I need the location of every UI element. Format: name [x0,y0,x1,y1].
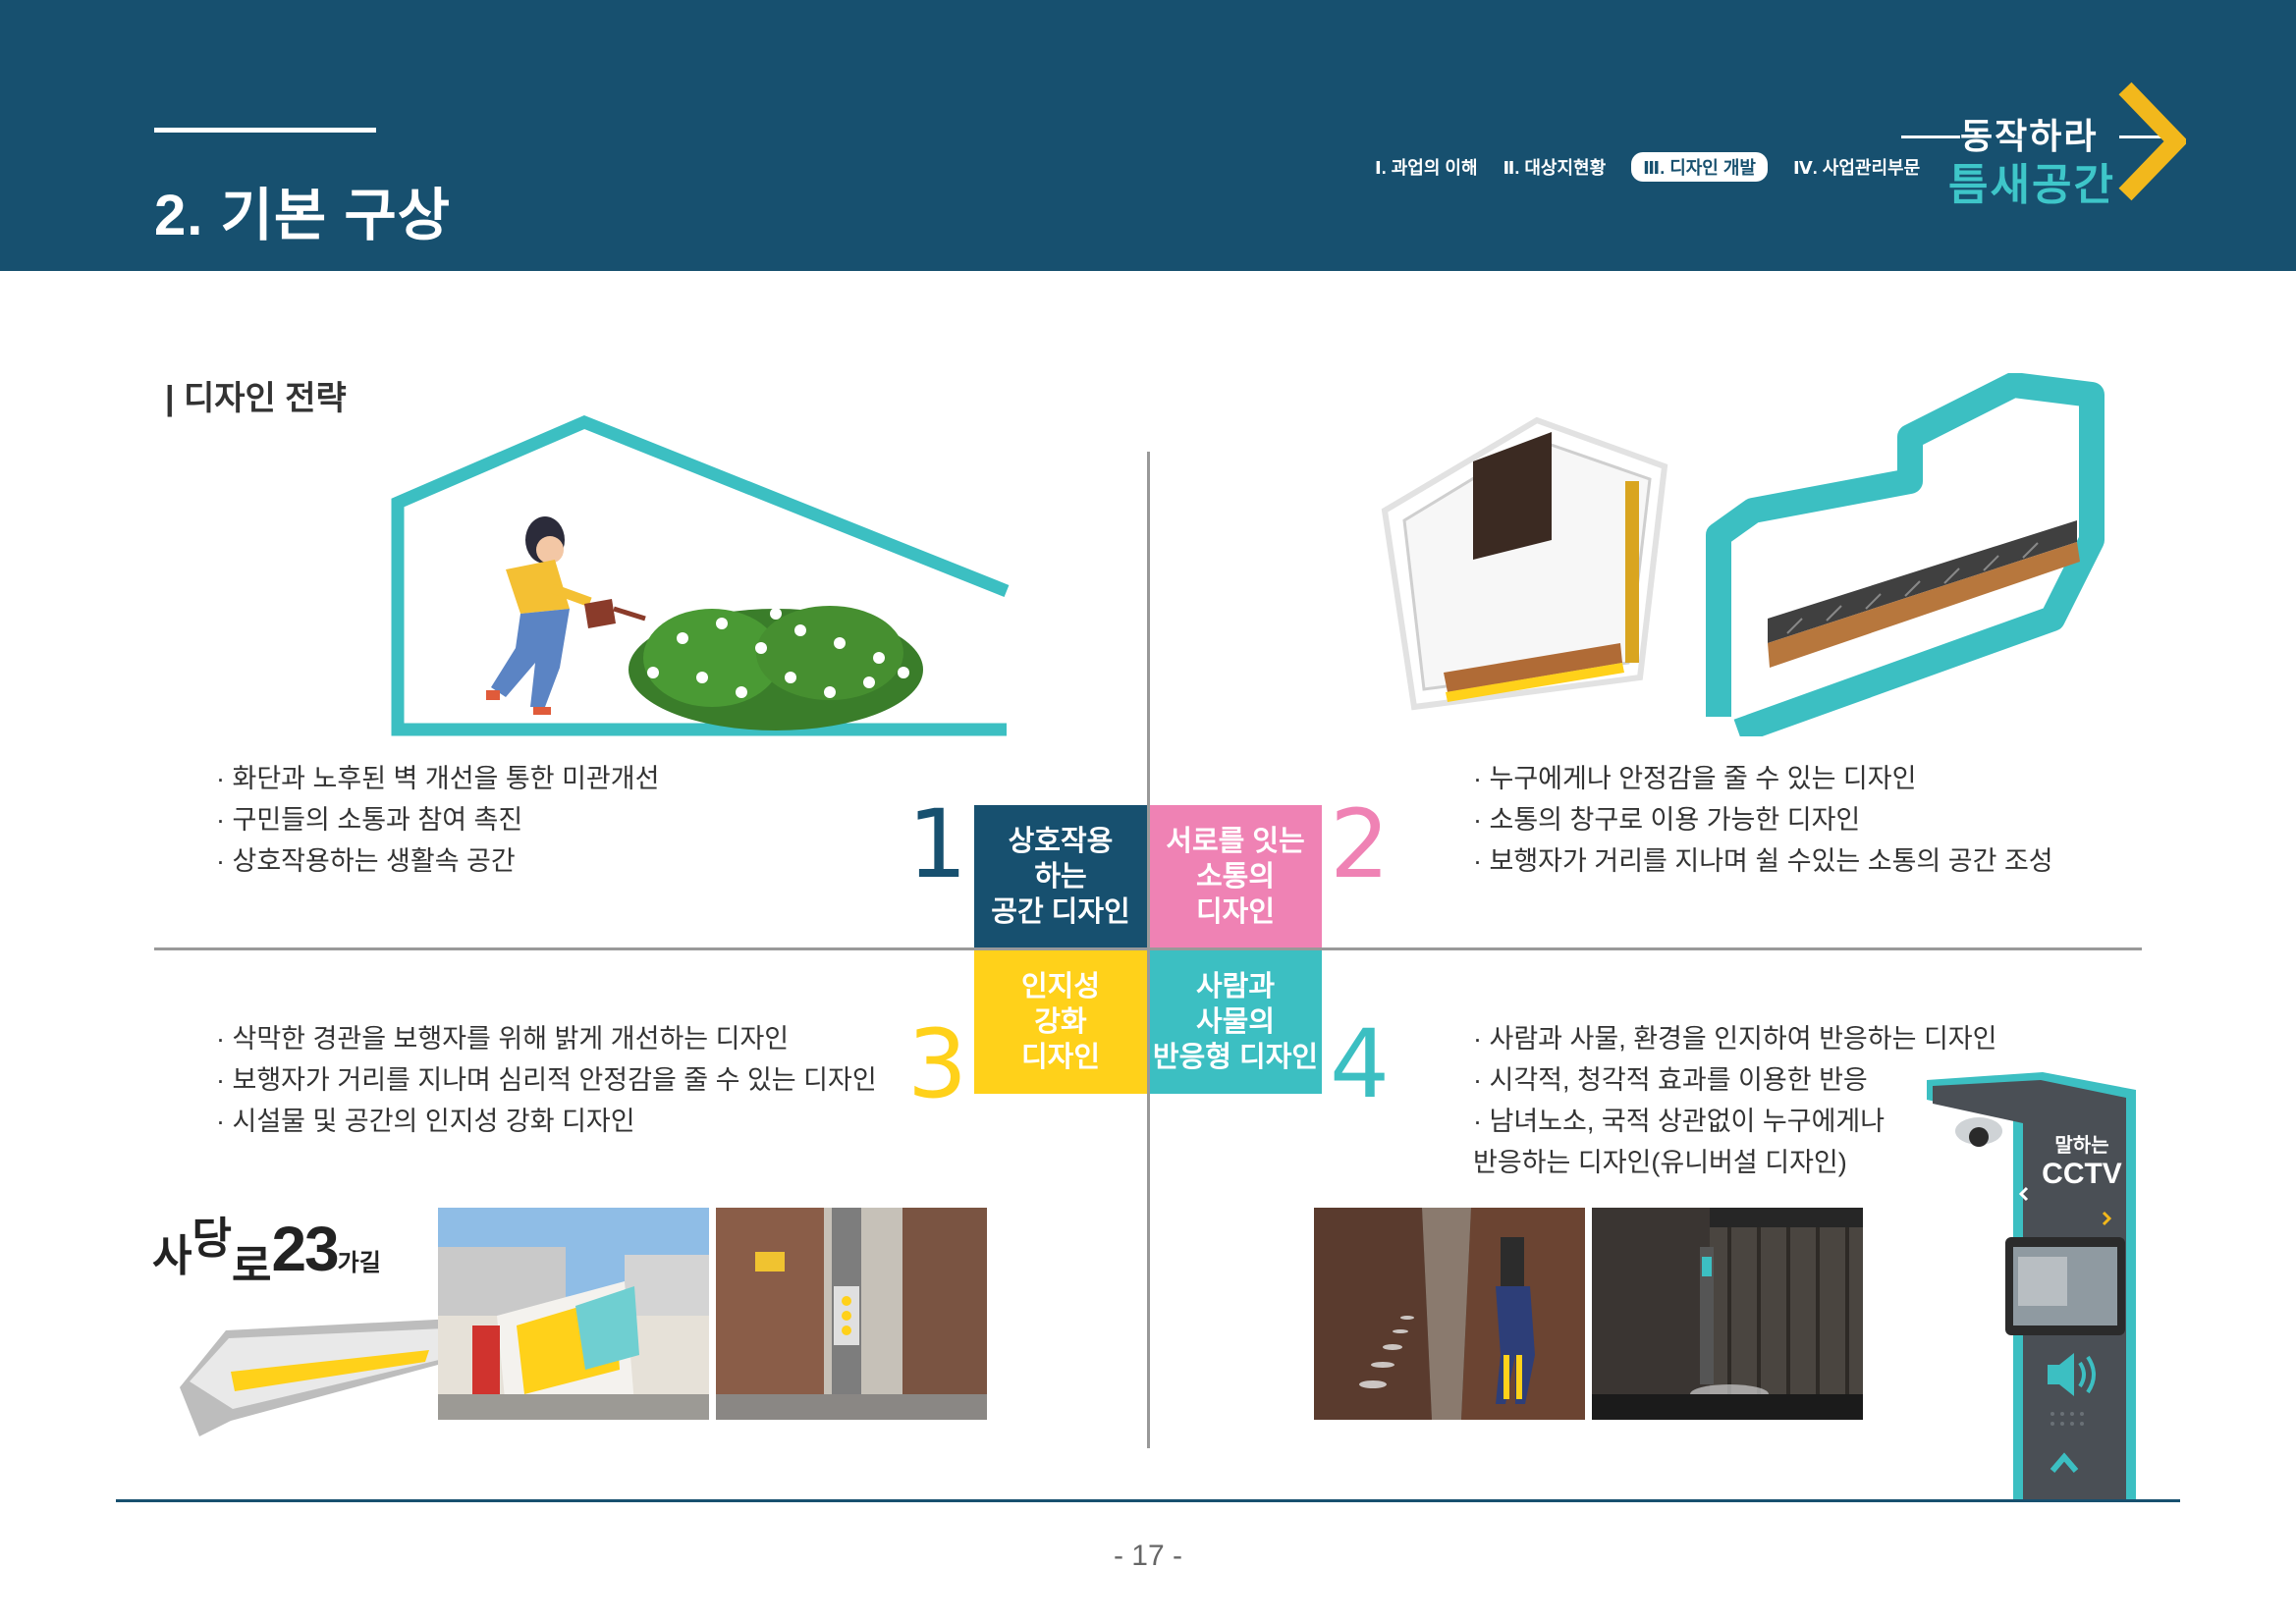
quadrant-label-communication: 서로를 잇는 소통의 디자인 [1149,805,1322,948]
street-name-part: 사 [152,1232,192,1280]
chapter-nav: Ⅰ. 과업의 이해 Ⅱ. 대상지현황 Ⅲ. 디자인 개발 Ⅳ. 사업관리부문 [1375,152,1920,182]
house-garden-illustration [391,414,1010,736]
q2-bullet: · 소통의 창구로 이용 가능한 디자인 [1473,805,1861,835]
quadrant-number-3: 3 [907,1009,968,1119]
project-logo: 동작하라 틈새공간 [1901,79,2186,209]
quadrant-label-responsive: 사람과 사물의 반응형 디자인 [1149,950,1322,1094]
title-rule [154,128,376,133]
q2-bullet: · 보행자가 거리를 지나며 쉴 수있는 소통의 공간 조성 [1473,846,2053,876]
street-name-sign: 사당로23가길 [152,1213,381,1290]
section-heading: | 디자인 전략 [165,380,347,417]
q2-bullet-list: · 누구에게나 안정감을 줄 수 있는 디자인 · 소통의 창구로 이용 가능한… [1473,758,2053,882]
q1-bullet: · 구민들의 소통과 참여 촉진 [216,805,523,835]
gardener-figure-icon [486,516,646,715]
q4-bullet: 반응하는 디자인(유니버설 디자인) [1473,1148,1847,1177]
quadrant-label-recognition: 인지성 강화 디자인 [974,950,1147,1094]
quadrant-number-2: 2 [1330,789,1391,899]
street-number: 23 [271,1214,339,1284]
horizontal-divider [154,947,2142,950]
cctv-label-top: 말하는 [2054,1135,2109,1157]
logo-text-bottom: 틈새공간 [1948,161,2115,209]
street-name-part: 당 [191,1215,232,1263]
q2-bullet: · 누구에게나 안정감을 줄 수 있는 디자인 [1473,764,1917,793]
bench-structures-illustration [1381,373,2105,736]
quadrant-number-1: 1 [907,789,968,899]
q3-bullet-list: · 삭막한 경관을 보행자를 위해 밝게 개선하는 디자인 · 보행자가 거리를… [216,1018,877,1142]
page-number: - 17 - [1113,1540,1183,1572]
bush-icon [629,606,923,730]
footer-rule [116,1499,2180,1502]
cctv-label: 말하는 CCTV [2023,1129,2141,1191]
quadrant-number-4: 4 [1330,1009,1391,1119]
hexagon-sign-illustration [180,1319,455,1436]
street-wall-photo [438,1208,709,1420]
q4-bullet: · 시각적, 청각적 효과를 이용한 반응 [1473,1065,1868,1095]
q3-bullet: · 시설물 및 공간의 인지성 강화 디자인 [216,1107,635,1136]
alley-pole-photo [716,1208,987,1420]
night-alley-walker-photo [1314,1208,1585,1420]
header-bar: 2. 기본 구상 Ⅰ. 과업의 이해 Ⅱ. 대상지현황 Ⅲ. 디자인 개발 Ⅳ.… [0,0,2296,271]
nav-item-understanding[interactable]: Ⅰ. 과업의 이해 [1375,154,1478,180]
q3-bullet: · 삭막한 경관을 보행자를 위해 밝게 개선하는 디자인 [216,1024,790,1054]
q4-bullet: · 남녀노소, 국적 상관없이 누구에게나 [1473,1107,1886,1136]
street-name-part: 로 [231,1242,272,1290]
q4-bullet-list: · 사람과 사물, 환경을 인지하여 반응하는 디자인 · 시각적, 청각적 효… [1473,1018,1996,1183]
q3-bullet: · 보행자가 거리를 지나며 심리적 안정감을 줄 수 있는 디자인 [216,1065,877,1095]
street-suffix: 가길 [337,1250,381,1276]
q1-bullet-list: · 화단과 노후된 벽 개선을 통한 미관개선 · 구민들의 소통과 참여 촉진… [216,758,659,882]
q1-bullet: · 화단과 노후된 벽 개선을 통한 미관개선 [216,764,660,793]
cctv-label-bottom: CCTV [2042,1158,2122,1190]
nav-item-design-dev[interactable]: Ⅲ. 디자인 개발 [1631,152,1768,182]
page: 2. 기본 구상 Ⅰ. 과업의 이해 Ⅱ. 대상지현황 Ⅲ. 디자인 개발 Ⅳ.… [0,0,2296,1623]
speaking-cctv-illustration [1927,1072,2136,1502]
q1-bullet: · 상호작용하는 생활속 공간 [216,846,516,876]
quadrant-label-interaction: 상호작용 하는 공간 디자인 [974,805,1147,948]
q4-bullet: · 사람과 사물, 환경을 인지하여 반응하는 디자인 [1473,1024,1997,1054]
nav-item-site-status[interactable]: Ⅱ. 대상지현황 [1503,154,1607,180]
page-title: 2. 기본 구상 [154,184,452,247]
night-gate-photo [1592,1208,1863,1420]
logo-rule-left [1901,135,1960,138]
chevron-right-icon [2118,81,2186,201]
